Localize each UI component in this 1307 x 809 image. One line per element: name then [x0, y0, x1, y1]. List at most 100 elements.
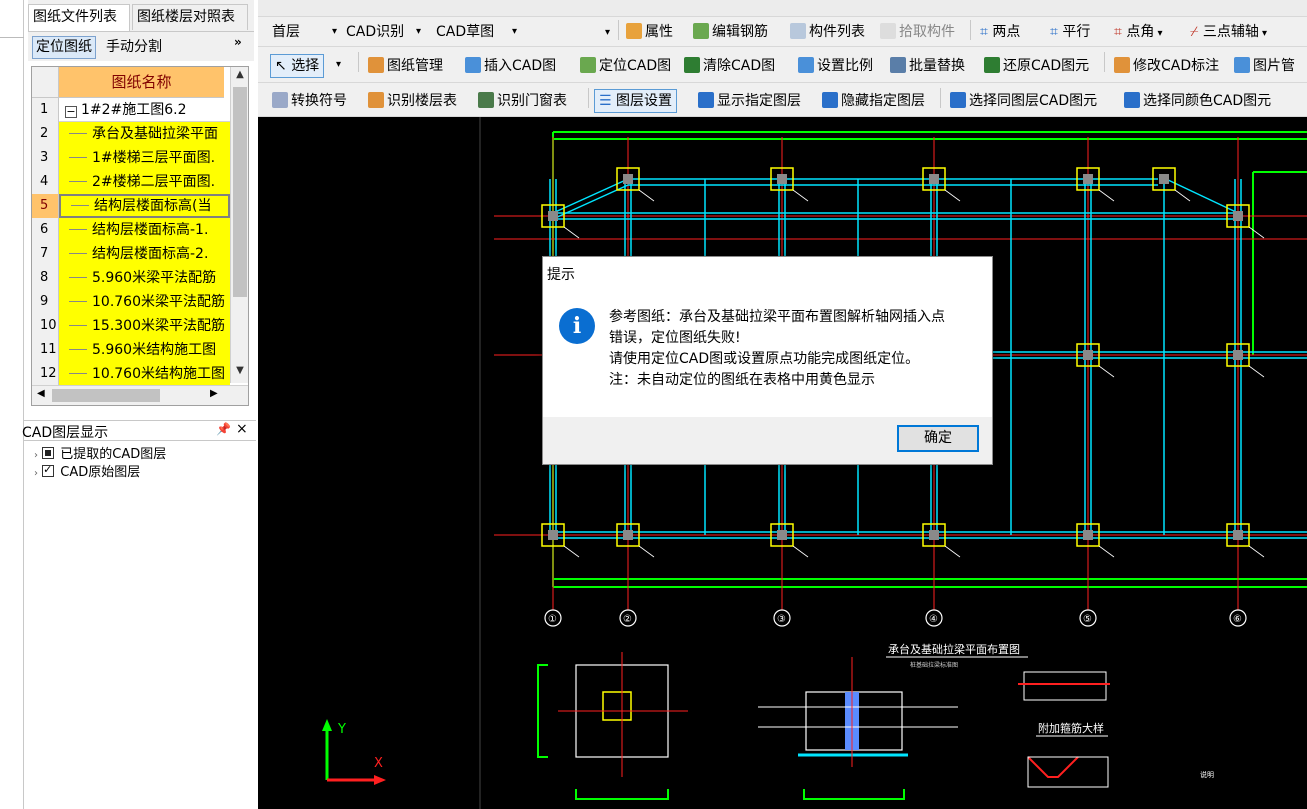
checkbox-checked[interactable]	[42, 463, 55, 477]
tab-drawing-file-list[interactable]: 图纸文件列表	[28, 4, 130, 31]
drawing-name-cell[interactable]: 15.300米梁平法配筋	[59, 314, 230, 338]
scale-icon	[798, 57, 814, 73]
leader-line	[1098, 189, 1115, 202]
left-panel: 图纸文件列表 图纸楼层对照表 定位图纸 手动分割 » 图纸名称 1−1#2#施工…	[0, 0, 258, 809]
drawing-manager-button[interactable]: 图纸管理	[368, 55, 443, 77]
tab-floor-mapping[interactable]: 图纸楼层对照表	[132, 4, 248, 30]
insert-cad-button[interactable]: 插入CAD图	[465, 55, 556, 77]
insert-cad-icon	[465, 57, 481, 73]
drawing-name-cell[interactable]: −1#2#施工图6.2	[59, 98, 230, 122]
table-row[interactable]: 4 2#楼梯二层平面图.	[32, 170, 230, 194]
ok-button[interactable]: 确定	[897, 425, 979, 452]
row-number[interactable]: 4	[32, 170, 59, 194]
properties-button[interactable]: 属性	[626, 21, 673, 43]
row-number[interactable]: 2	[32, 122, 59, 146]
row-number[interactable]: 8	[32, 266, 59, 290]
mode-select[interactable]: CAD识别 ▾	[346, 21, 422, 43]
table-row[interactable]: 5 结构层楼面标高(当	[32, 194, 230, 218]
layer-item-original[interactable]: › CAD原始图层	[34, 461, 140, 480]
grid-vertical-scrollbar[interactable]: ▲ ▼	[230, 67, 248, 383]
point-angle-button[interactable]: ⌗ 点角 ▾	[1114, 21, 1163, 43]
select-button[interactable]: ↖ 选择	[270, 54, 325, 78]
drawing-name-cell[interactable]: 5.960米梁平法配筋	[59, 266, 230, 290]
expand-icon[interactable]: ›	[34, 450, 38, 461]
row-number[interactable]: 10	[32, 314, 59, 338]
floor-select[interactable]: 首层 ▾	[272, 21, 337, 43]
three-point-axis-button[interactable]: ⌿ 三点辅轴 ▾	[1190, 21, 1267, 43]
table-row[interactable]: 1−1#2#施工图6.2	[32, 98, 230, 122]
table-row[interactable]: 9 10.760米梁平法配筋	[32, 290, 230, 314]
image-manager-button[interactable]: 图片管	[1234, 55, 1295, 77]
column-header-drawing-name[interactable]: 图纸名称	[59, 67, 224, 98]
restore-cad-button[interactable]: 还原CAD图元	[984, 55, 1089, 77]
set-scale-button[interactable]: 设置比例	[798, 55, 873, 77]
drawing-name-cell[interactable]: 10.760米梁平法配筋	[59, 290, 230, 314]
identify-floor-table-button[interactable]: 识别楼层表	[368, 90, 457, 112]
show-layer-button[interactable]: 显示指定图层	[698, 90, 801, 112]
table-row[interactable]: 11 5.960米结构施工图	[32, 338, 230, 362]
drawing-name-cell[interactable]: 结构层楼面标高-2.	[59, 242, 230, 266]
table-row[interactable]: 12 10.760米结构施工图	[32, 362, 230, 386]
scroll-down-icon[interactable]: ▼	[231, 365, 248, 376]
more-icon[interactable]: »	[234, 35, 242, 49]
row-number[interactable]: 6	[32, 218, 59, 242]
table-row[interactable]: 6 结构层楼面标高-1.	[32, 218, 230, 242]
table-row[interactable]: 7 结构层楼面标高-2.	[32, 242, 230, 266]
checkbox-partial[interactable]	[42, 447, 55, 459]
identify-door-window-button[interactable]: 识别门窗表	[478, 90, 567, 112]
info-icon: i	[559, 308, 595, 344]
table-row[interactable]: 2 承台及基础拉梁平面	[32, 122, 230, 146]
row-number[interactable]: 9	[32, 290, 59, 314]
modify-cad-annotation-button[interactable]: 修改CAD标注	[1114, 55, 1219, 77]
scroll-right-icon[interactable]: ▶	[210, 388, 218, 399]
drawing-name-cell[interactable]: 结构层楼面标高-1.	[59, 218, 230, 242]
tree-line	[69, 301, 87, 302]
collapse-icon[interactable]: −	[65, 106, 77, 118]
pin-icon[interactable]: 📌	[216, 422, 231, 436]
scroll-left-icon[interactable]: ◀	[37, 388, 45, 399]
expand-icon[interactable]: ›	[34, 468, 38, 479]
table-row[interactable]: 8 5.960米梁平法配筋	[32, 266, 230, 290]
layer-settings-button[interactable]: ☰ 图层设置	[594, 89, 678, 113]
row-number[interactable]: 3	[32, 146, 59, 170]
manual-split-button[interactable]: 手动分割	[102, 36, 166, 59]
drawing-name-cell[interactable]: 承台及基础拉梁平面	[59, 122, 230, 146]
two-point-button[interactable]: ⌗ 两点	[980, 21, 1020, 43]
drawing-select[interactable]: CAD草图 ▾	[436, 21, 517, 43]
row-number[interactable]: 7	[32, 242, 59, 266]
batch-replace-button[interactable]: 批量替换	[890, 55, 965, 77]
hide-layer-button[interactable]: 隐藏指定图层	[822, 90, 925, 112]
grid-horizontal-scrollbar[interactable]: ◀ ▶	[32, 385, 248, 405]
edit-rebar-button[interactable]: 编辑钢筋	[693, 21, 768, 43]
detail-title: 附加箍筋大样	[1038, 721, 1104, 735]
component-list-button[interactable]: 构件列表	[790, 21, 865, 43]
drawing-name-cell[interactable]: 5.960米结构施工图	[59, 338, 230, 362]
select-same-layer-button[interactable]: 选择同图层CAD图元	[950, 90, 1097, 112]
locate-cad-button[interactable]: 定位CAD图	[580, 55, 671, 77]
drawing-name-cell[interactable]: 10.760米结构施工图	[59, 362, 230, 386]
row-number[interactable]: 12	[32, 362, 59, 386]
tree-line	[69, 181, 87, 182]
drawing-name-cell[interactable]: 2#楼梯二层平面图.	[59, 170, 230, 194]
parallel-button[interactable]: ⌗ 平行	[1050, 21, 1090, 43]
grid-corner	[32, 67, 59, 98]
drawing-title: 承台及基础拉梁平面布置图	[888, 642, 1020, 656]
select-dropdown-icon[interactable]: ▾	[336, 54, 341, 76]
locate-drawing-button[interactable]: 定位图纸	[32, 36, 96, 59]
close-icon[interactable]: ×	[236, 421, 248, 437]
row-number[interactable]: 1	[32, 98, 59, 122]
pick-component-button[interactable]: 拾取构件	[880, 21, 955, 43]
convert-symbol-button[interactable]: 转换符号	[272, 90, 347, 112]
drawing-name-cell[interactable]: 结构层楼面标高(当	[59, 194, 230, 218]
clear-cad-button[interactable]: 清除CAD图	[684, 55, 775, 77]
row-number[interactable]: 5	[32, 194, 59, 218]
column-core	[548, 530, 558, 540]
scroll-up-icon[interactable]: ▲	[231, 69, 248, 80]
table-row[interactable]: 3 1#楼梯三层平面图.	[32, 146, 230, 170]
drawing-name-cell[interactable]: 1#楼梯三层平面图.	[59, 146, 230, 170]
row-number[interactable]: 11	[32, 338, 59, 362]
component-select[interactable]: ▾	[520, 21, 638, 43]
select-same-color-button[interactable]: 选择同颜色CAD图元	[1124, 90, 1271, 112]
table-row[interactable]: 10 15.300米梁平法配筋	[32, 314, 230, 338]
layer-item-extracted[interactable]: › 已提取的CAD图层	[34, 443, 166, 462]
